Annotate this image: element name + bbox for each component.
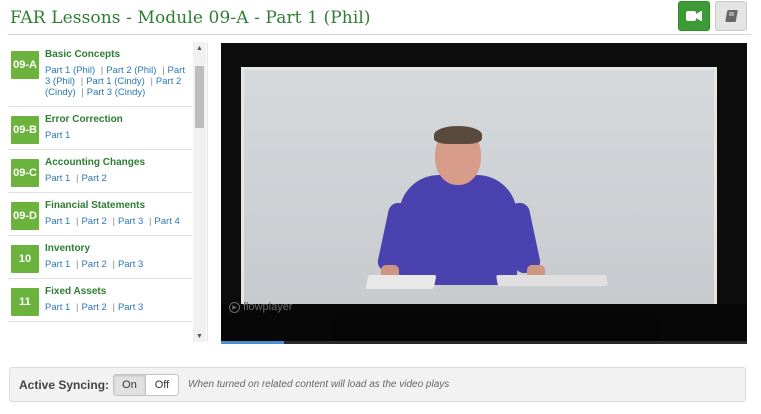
link-separator: | (112, 216, 115, 227)
module-item: 09-A Basic Concepts Part 1 (Phil) | Part 2 … (8, 42, 192, 107)
part-link[interactable]: Part 3 (118, 216, 143, 227)
module-item: 09-B Error Correction Part 1 (8, 107, 192, 150)
module-list: 09-A Basic Concepts Part 1 (Phil) | Part 2 … (8, 42, 192, 322)
video-camera-icon (686, 10, 702, 22)
module-badge[interactable]: 09-C (11, 159, 39, 187)
link-separator: | (150, 76, 153, 87)
module-part-links: Part 1 | Part 2 (45, 173, 188, 184)
module-part-links: Part 1 (Phil) | Part 2 (Phil) | Part 3 (Ph… (45, 65, 188, 98)
module-title: Accounting Changes (45, 157, 146, 168)
module-item: 09-C Accounting Changes Part 1 | Part 2 (8, 150, 192, 193)
module-badge[interactable]: 09-A (11, 51, 39, 79)
video-frame-presenter (221, 43, 747, 344)
part-link[interactable]: Part 2 (81, 259, 106, 270)
video-frame-binder (365, 275, 437, 289)
flowplayer-watermark: ▶ flowplayer (229, 301, 293, 313)
module-part-links: Part 1 (45, 130, 188, 141)
active-syncing-bar: Active Syncing: On Off When turned on re… (9, 367, 746, 402)
sync-help-text: When turned on related content will load… (188, 379, 450, 390)
module-badge[interactable]: 10 (11, 245, 39, 273)
link-separator: | (112, 259, 115, 270)
link-separator: | (112, 302, 115, 313)
module-title: Inventory (45, 243, 91, 254)
module-part-links: Part 1 | Part 2 | Part 3 | Part 4 (45, 216, 188, 227)
module-sidebar[interactable]: 09-A Basic Concepts Part 1 (Phil) | Part 2 … (8, 42, 208, 342)
watermark-text: flowplayer (243, 301, 293, 313)
part-link[interactable]: Part 1 (45, 302, 70, 313)
part-link[interactable]: Part 1 (45, 259, 70, 270)
part-link[interactable]: Part 2 (81, 216, 106, 227)
module-part-links: Part 1 | Part 2 | Part 3 (45, 259, 188, 270)
sync-off-button[interactable]: Off (146, 375, 178, 395)
module-badge[interactable]: 09-B (11, 116, 39, 144)
module-item: 09-D Financial Statements Part 1 | Part 2 |… (8, 193, 192, 236)
scroll-down-arrow-icon[interactable]: ▼ (193, 330, 206, 342)
notes-view-button[interactable] (715, 1, 747, 31)
module-badge[interactable]: 09-D (11, 202, 39, 230)
sync-toggle[interactable]: On Off (113, 374, 179, 396)
sidebar-scrollbar[interactable]: ▲ ▼ (193, 42, 206, 342)
part-link[interactable]: Part 1 (45, 130, 70, 141)
scroll-thumb[interactable] (195, 66, 204, 128)
module-item: 11 Fixed Assets Part 1 | Part 2 | Part 3 (8, 279, 192, 322)
part-link[interactable]: Part 3 (118, 259, 143, 270)
scroll-up-arrow-icon[interactable]: ▲ (193, 42, 206, 54)
module-item: 10 Inventory Part 1 | Part 2 | Part 3 (8, 236, 192, 279)
part-link[interactable]: Part 1 (45, 216, 70, 227)
part-link[interactable]: Part 3 (Cindy) (87, 87, 146, 98)
module-title: Error Correction (45, 114, 123, 125)
play-circle-icon: ▶ (229, 301, 240, 313)
video-frame-book (496, 275, 608, 286)
link-separator: | (100, 65, 104, 76)
page-title: FAR Lessons - Module 09-A - Part 1 (Phil… (10, 8, 371, 28)
module-title: Basic Concepts (45, 49, 121, 60)
module-title: Fixed Assets (45, 286, 107, 297)
part-link[interactable]: Part 2 (Phil) (106, 65, 156, 76)
book-icon (725, 10, 738, 22)
part-link[interactable]: Part 4 (154, 216, 179, 227)
part-link[interactable]: Part 1 (Phil) (45, 65, 95, 76)
video-view-button[interactable] (678, 1, 710, 31)
part-link[interactable]: Part 3 (118, 302, 143, 313)
link-separator: | (81, 87, 84, 98)
module-part-links: Part 1 | Part 2 | Part 3 (45, 302, 188, 313)
module-badge[interactable]: 11 (11, 288, 39, 316)
sync-on-button[interactable]: On (114, 375, 146, 395)
title-divider (8, 34, 751, 35)
part-link[interactable]: Part 2 (81, 302, 106, 313)
part-link[interactable]: Part 1 (45, 173, 70, 184)
video-progress-fill (221, 341, 285, 344)
link-separator: | (162, 65, 165, 76)
link-separator: | (80, 76, 84, 87)
module-title: Financial Statements (45, 200, 146, 211)
part-link[interactable]: Part 2 (81, 173, 106, 184)
active-syncing-label: Active Syncing: (19, 378, 110, 392)
video-player[interactable]: ▶ flowplayer (221, 43, 747, 344)
video-progress-track[interactable] (221, 341, 747, 344)
part-link[interactable]: Part 1 (Cindy) (86, 76, 145, 87)
